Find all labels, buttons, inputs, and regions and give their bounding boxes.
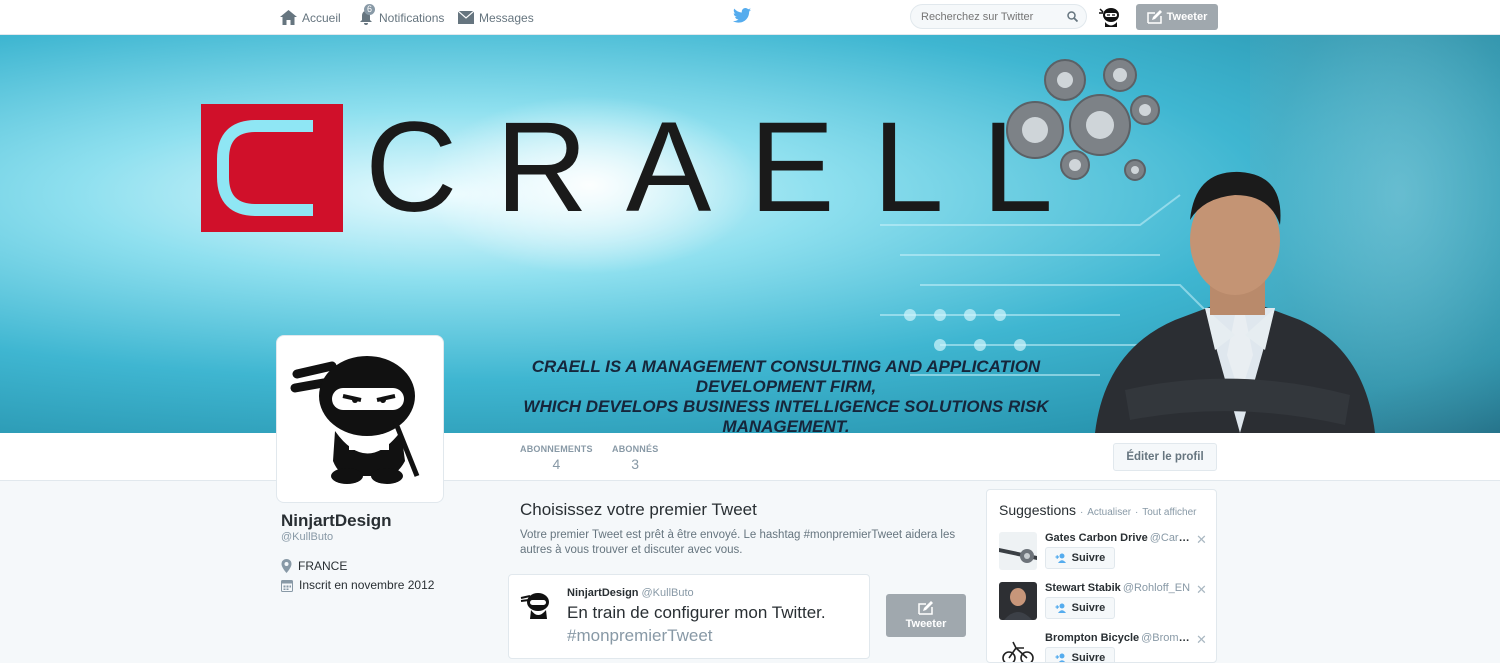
send-first-tweet-button[interactable]: Tweeter [886,594,966,637]
profile-handle[interactable]: @KullButo [281,531,333,543]
compose-tweet-label: Tweeter [1166,11,1208,23]
suggestion-handle: @Carbo... [1149,532,1193,544]
craell-c-icon [217,120,313,216]
profile-location-text: FRANCE [298,559,348,573]
search-input[interactable] [921,10,1061,23]
dismiss-suggestion-close-icon[interactable]: ✕ [1196,532,1207,548]
ninja-avatar-icon [1099,8,1119,27]
suggestion-display-name: Gates Carbon Drive [1045,532,1148,544]
follow-button[interactable]: Suivre [1045,647,1115,663]
craell-logo-text: CRAELL [365,96,1091,239]
compose-tweet-button[interactable]: Tweeter [1136,4,1218,30]
follow-button-label: Suivre [1071,602,1106,614]
composer-hashtag[interactable]: #monpremierTweet [567,625,713,646]
suggestions-separator: · [1134,507,1139,518]
follow-button-label: Suivre [1071,552,1106,564]
composer-avatar [519,589,555,625]
nav-notifications-label: Notifications [379,10,445,25]
add-user-icon [1055,553,1066,563]
send-first-tweet-label: Tweeter [905,618,947,630]
twitter-bird-logo[interactable] [733,8,751,28]
profile-header-banner[interactable]: CRAELL CRAELL IS A MANAGEMENT CONSULTING… [0,35,1500,433]
suggestion-avatar[interactable] [999,532,1037,570]
notification-count-badge: 6 [364,4,376,15]
nav-home-label: Accueil [302,10,341,25]
stat-followers-value: 3 [631,456,640,472]
suggestion-item: Brompton Bicycle @Bromp... ✕ Suivre [999,632,1209,663]
first-tweet-title: Choisissez votre premier Tweet [520,500,757,519]
nav-notifications[interactable]: 6 Notifications [358,0,444,35]
edit-profile-button[interactable]: Éditer le profil [1113,443,1217,471]
top-navigation-bar: Accueil 6 Notifications Messages Tweeter [0,0,1500,35]
banner-tagline-line1: CRAELL IS A MANAGEMENT CONSULTING AND AP… [531,357,1041,396]
stat-following-label: ABONNEMENTS [520,444,593,454]
compose-icon [918,601,933,615]
suggestion-name[interactable]: Stewart Stabik @Rohloff_EN [1045,582,1193,594]
first-tweet-description: Votre premier Tweet est prêt à être envo… [520,529,956,556]
add-user-icon [1055,603,1066,613]
ninja-avatar-icon [520,593,549,619]
banner-tagline: CRAELL IS A MANAGEMENT CONSULTING AND AP… [486,357,1086,433]
businessman-photo [1095,171,1375,433]
suggestion-name[interactable]: Gates Carbon Drive@Carbo... [1045,532,1193,544]
profile-avatar[interactable] [276,335,444,503]
profile-stats-bar: ABONNEMENTS 4 ABONNÉS 3 Éditer le profil [0,433,1500,481]
suggestion-avatar[interactable] [999,582,1037,620]
stat-followers-label: ABONNÉS [612,444,659,454]
suggestions-header: Suggestions · Actualiser · Tout afficher [999,502,1197,518]
follow-button[interactable]: Suivre [1045,597,1115,619]
suggestions-separator: · [1079,507,1084,518]
compose-icon [1146,10,1162,24]
profile-location: FRANCE [281,559,347,573]
nav-home[interactable]: Accueil [280,0,341,35]
stat-followers[interactable]: ABONNÉS 3 [612,444,658,472]
banner-tagline-line2: WHICH DEVELOPS BUSINESS INTELLIGENCE SOL… [523,397,1049,433]
suggestion-item: Stewart Stabik @Rohloff_EN ✕ Suivre [999,582,1209,628]
bicycle-icon [999,632,1037,662]
suggestion-item: Gates Carbon Drive@Carbo... ✕ Suivre [999,532,1209,578]
ninja-avatar-icon [290,356,420,484]
search-box[interactable] [910,4,1087,29]
twitter-bird-icon [733,8,751,23]
suggestions-refresh-link[interactable]: Actualiser [1087,507,1131,518]
user-avatar-menu[interactable] [1099,5,1123,29]
nav-messages-label: Messages [479,10,534,25]
first-tweet-composer[interactable]: NinjartDesign @KullButo En train de confi… [508,574,870,659]
home-icon [280,10,297,25]
profile-joined: Inscrit en novembre 2012 [281,578,434,592]
suggestion-name[interactable]: Brompton Bicycle @Bromp... [1045,632,1193,644]
composer-author: NinjartDesign @KullButo [567,587,694,599]
envelope-icon [458,11,474,24]
suggestion-avatar[interactable] [999,632,1037,662]
search-icon[interactable] [1067,11,1078,22]
composer-author-handle: @KullButo [641,587,694,599]
suggestion-handle: @Bromp... [1141,632,1193,644]
who-to-follow-module: Suggestions · Actualiser · Tout afficher… [986,489,1217,663]
composer-tweet-text[interactable]: En train de configurer mon Twitter. [567,602,826,623]
calendar-icon [281,579,293,592]
follow-button-label: Suivre [1071,652,1106,663]
suggestion-display-name: Stewart Stabik [1045,582,1121,594]
composer-author-name: NinjartDesign [567,587,639,599]
profile-name[interactable]: NinjartDesign [281,511,392,531]
nav-messages[interactable]: Messages [458,0,534,35]
location-pin-icon [281,559,292,573]
suggestions-title: Suggestions [999,502,1077,518]
stat-following[interactable]: ABONNEMENTS 4 [520,444,593,472]
profile-joined-text: Inscrit en novembre 2012 [299,578,435,592]
suggestion-display-name: Brompton Bicycle [1045,632,1140,644]
suggestion-handle: @Rohloff_EN [1122,582,1191,594]
person-photo-icon [999,582,1037,620]
dismiss-suggestion-close-icon[interactable]: ✕ [1196,632,1207,648]
follow-button[interactable]: Suivre [1045,547,1115,569]
belt-drive-icon [999,532,1037,570]
suggestions-view-all-link[interactable]: Tout afficher [1142,507,1196,518]
add-user-icon [1055,653,1065,662]
craell-logo-mark [201,104,343,232]
stat-following-value: 4 [552,456,561,472]
dismiss-suggestion-close-icon[interactable]: ✕ [1196,582,1207,598]
